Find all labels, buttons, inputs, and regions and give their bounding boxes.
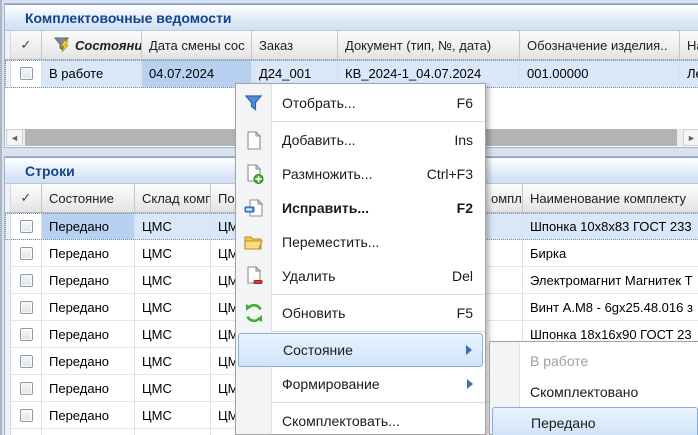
scroll-right-button[interactable]: ►: [683, 129, 698, 146]
row-checkbox-cell: [11, 294, 42, 320]
row-checkbox-cell: [11, 375, 42, 401]
row-checkbox-cell: [11, 402, 42, 428]
row-checkbox-cell: [11, 348, 42, 374]
column-header-check[interactable]: ✓: [11, 184, 42, 212]
row-checkbox[interactable]: [20, 409, 33, 422]
cell-designation: 001.00000: [520, 60, 680, 87]
menu-item-duplicate[interactable]: Размножить... Ctrl+F3: [236, 157, 485, 191]
submenu-item-in-work[interactable]: В работе: [490, 345, 698, 376]
cell-warehouse: ЦМС: [135, 402, 211, 428]
cell-warehouse: [135, 429, 211, 435]
row-checkbox[interactable]: [20, 274, 33, 287]
column-header-state[interactable]: Состояние: [42, 184, 135, 212]
filter-icon: [243, 92, 265, 114]
row-checkbox[interactable]: [20, 355, 33, 368]
cell-name: Бирка: [523, 240, 698, 266]
scroll-left-button[interactable]: ◄: [6, 129, 23, 146]
row-checkbox[interactable]: [20, 220, 33, 233]
submenu-arrow-icon: [467, 379, 473, 389]
cell-name: Ле: [680, 60, 698, 87]
column-header-name[interactable]: Наименование комплекту: [523, 184, 698, 212]
row-checkbox-cell: [11, 213, 42, 239]
cell-state: В работе: [42, 60, 142, 87]
cell-warehouse: ЦМС: [135, 321, 211, 347]
column-header-warehouse[interactable]: Склад комп.: [135, 184, 211, 212]
menu-item-refresh[interactable]: Обновить F5: [236, 296, 485, 330]
cell-warehouse: ЦМС: [135, 267, 211, 293]
submenu-item-assembled[interactable]: Скомплектовано: [490, 376, 698, 407]
cell-state: Передано: [42, 294, 135, 320]
submenu-item-transferred[interactable]: Передано: [492, 407, 698, 435]
row-checkbox-cell: [11, 321, 42, 347]
menu-separator: [236, 402, 485, 403]
row-checkbox-cell: [11, 60, 42, 87]
app-window: Комплектовочные ведомости ✓ Состояни Дат…: [0, 0, 698, 435]
cell-warehouse: ЦМС: [135, 240, 211, 266]
menu-item-assemble[interactable]: Скомплектовать...: [236, 404, 485, 435]
edit-icon: [243, 197, 265, 219]
duplicate-page-icon: [243, 163, 265, 185]
menu-item-forming[interactable]: Формирование: [236, 367, 485, 401]
column-header-check[interactable]: ✓: [11, 31, 42, 59]
cell-name: Винт А.М8 - 6gx25.48.016 з: [523, 294, 698, 320]
context-menu: Отобрать... F6 Добавить... Ins: [235, 83, 486, 435]
column-header-name[interactable]: На: [680, 31, 698, 59]
menu-separator: [236, 121, 485, 122]
refresh-icon: [243, 302, 265, 324]
menu-item-add[interactable]: Добавить... Ins: [236, 123, 485, 157]
add-page-icon: [243, 129, 265, 151]
cell-warehouse: ЦМС: [135, 375, 211, 401]
menu-separator: [236, 331, 485, 332]
panel-title-bar: Комплектовочные ведомости: [5, 4, 698, 31]
menu-item-filter[interactable]: Отобрать... F6: [236, 86, 485, 120]
cell-state: Передано: [42, 402, 135, 428]
panel-title: Строки: [25, 163, 75, 179]
cell-warehouse: ЦМС: [135, 348, 211, 374]
submenu-arrow-icon: [466, 345, 472, 355]
menu-item-delete[interactable]: Удалить Del: [236, 259, 485, 293]
top-grid-header: ✓ Состояни Дата смены сос Заказ Документ…: [5, 31, 698, 60]
menu-item-edit[interactable]: Исправить... F2: [236, 191, 485, 225]
filter-bolt-icon: [54, 37, 71, 53]
row-checkbox[interactable]: [20, 382, 33, 395]
column-header-document[interactable]: Документ (тип, №, дата): [338, 31, 520, 59]
cell-state: Передано: [42, 375, 135, 401]
menu-item-state[interactable]: Состояние: [238, 333, 483, 367]
cell-state: Передано: [42, 321, 135, 347]
cell-warehouse: ЦМС: [135, 213, 211, 239]
cell-state: Передано: [42, 240, 135, 266]
menu-separator: [236, 294, 485, 295]
state-submenu: В работе Скомплектовано Передано: [489, 341, 698, 435]
row-checkbox[interactable]: [20, 301, 33, 314]
panel-title: Комплектовочные ведомости: [25, 10, 232, 26]
row-checkbox-cell: [11, 240, 42, 266]
column-header-state[interactable]: Состояни: [42, 31, 142, 59]
cell-name: Электромагнит Магнитек Т: [523, 267, 698, 293]
cell-state: Передано: [42, 267, 135, 293]
row-checkbox[interactable]: [20, 247, 33, 260]
row-checkbox[interactable]: [20, 328, 33, 341]
cell-state: Передано: [42, 213, 135, 239]
cell-name: Шпонка 10х8х83 ГОСТ 233: [523, 213, 698, 239]
row-checkbox-cell: [11, 429, 42, 435]
column-header-designation[interactable]: Обозначение изделия..: [520, 31, 680, 59]
column-header-order[interactable]: Заказ: [252, 31, 338, 59]
row-checkbox-cell: [11, 267, 42, 293]
move-folder-icon: [243, 231, 265, 253]
cell-state: Передано: [42, 348, 135, 374]
column-header-date[interactable]: Дата смены сос: [142, 31, 252, 59]
menu-item-move[interactable]: Переместить...: [236, 225, 485, 259]
cell-state: [42, 429, 135, 435]
delete-page-icon: [243, 265, 265, 287]
cell-warehouse: ЦМС: [135, 294, 211, 320]
row-checkbox[interactable]: [20, 67, 33, 80]
